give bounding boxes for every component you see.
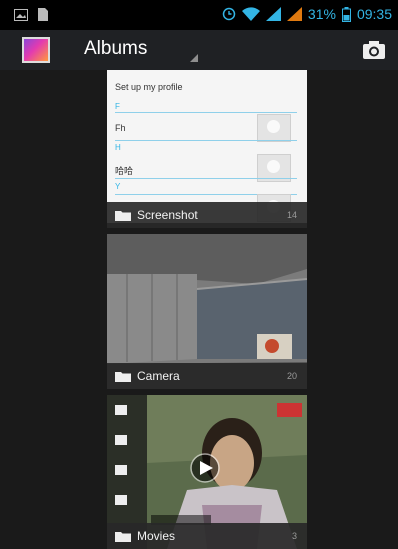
camera-icon[interactable] [362, 40, 386, 60]
album-name: Screenshot [137, 208, 198, 222]
album-tile-movies[interactable]: Movies 3 [107, 395, 307, 549]
folder-icon [115, 532, 131, 542]
folder-icon [115, 211, 131, 221]
album-thumbnail: Set up my profile F Fh H 哈哈 Y [107, 70, 307, 223]
sim-card-icon [38, 8, 48, 21]
album-count: 20 [286, 371, 297, 381]
alarm-icon [222, 7, 236, 21]
gallery-app-icon[interactable] [22, 37, 50, 63]
status-bar: 31% 09:35 [0, 0, 398, 30]
album-name: Movies [137, 529, 176, 543]
preview-section-label: Y [115, 182, 121, 191]
preview-heading: Set up my profile [115, 82, 183, 92]
wifi-icon [241, 7, 260, 21]
image-icon [14, 8, 28, 21]
clock: 09:35 [356, 6, 392, 22]
album-name: Camera [137, 369, 180, 383]
album-tile-screenshot[interactable]: Set up my profile F Fh H 哈哈 Y Screenshot… [107, 70, 307, 228]
album-label: Screenshot 14 [107, 202, 307, 228]
gallery-screen: 31% 09:35 Albums Set up my profile F Fh [0, 0, 398, 549]
album-count: 14 [286, 210, 297, 220]
album-label: Movies 3 [107, 523, 307, 549]
album-count: 3 [291, 531, 297, 541]
signal-icon [286, 7, 302, 21]
preview-section-label: F [115, 102, 120, 111]
folder-icon [115, 372, 131, 382]
battery-icon [341, 6, 351, 22]
battery-percent: 31% [307, 6, 336, 22]
preview-section-label: H [115, 143, 121, 152]
album-tile-camera[interactable]: Camera 20 [107, 234, 307, 389]
album-grid[interactable]: Set up my profile F Fh H 哈哈 Y Screenshot… [0, 70, 398, 549]
signal-icon [265, 7, 281, 21]
spinner-dropdown-icon[interactable] [190, 54, 198, 62]
action-bar: Albums [0, 30, 398, 71]
album-label: Camera 20 [107, 363, 307, 389]
album-view-spinner[interactable]: Albums [84, 38, 147, 60]
contact-avatar-icon [257, 114, 291, 142]
